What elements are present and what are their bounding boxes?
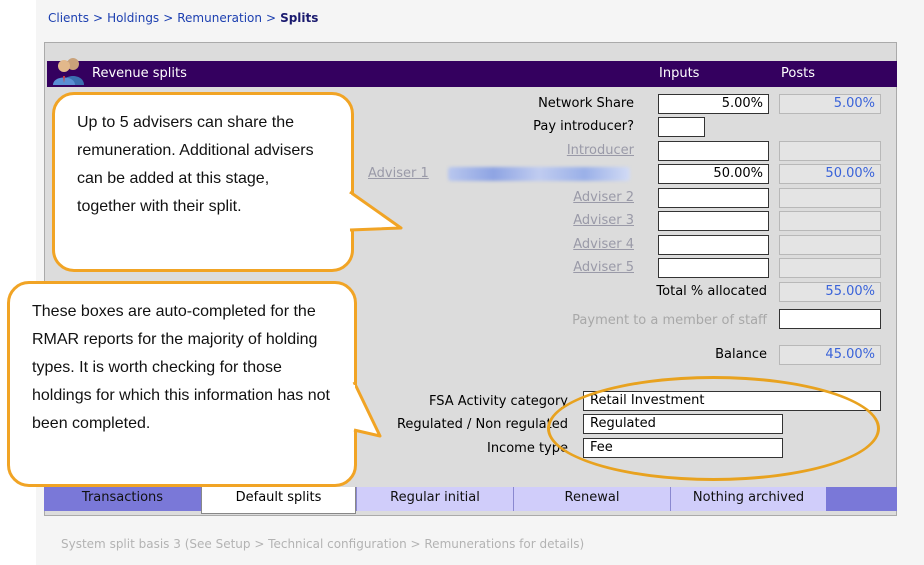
rmar-callout-pointer xyxy=(352,381,382,438)
payment-to-staff-label: Payment to a member of staff xyxy=(572,313,767,328)
introducer-link[interactable]: Introducer xyxy=(567,143,634,158)
regulated-label: Regulated / Non regulated xyxy=(396,417,568,432)
adviser-1-name xyxy=(448,167,630,181)
breadcrumb-current: Splits xyxy=(280,11,319,25)
adviser-1-input[interactable]: 50.00% xyxy=(658,164,769,184)
total-allocated-label: Total % allocated xyxy=(656,284,767,299)
network-share-input[interactable]: 5.00% xyxy=(658,94,769,114)
breadcrumb-separator: > xyxy=(163,11,174,25)
tab-transactions[interactable]: Transactions xyxy=(44,487,201,511)
panel-title: Revenue splits xyxy=(92,66,187,81)
pay-introducer-input[interactable] xyxy=(658,117,705,137)
rmar-callout-text: These boxes are auto-completed for the R… xyxy=(32,303,330,432)
adviser-3-input[interactable] xyxy=(658,211,769,231)
breadcrumb-separator: > xyxy=(266,11,277,25)
advisers-callout-pointer xyxy=(349,190,403,232)
split-basis-note: System split basis 3 (See Setup > Techni… xyxy=(61,537,585,551)
adviser-1-post: 50.00% xyxy=(779,164,881,184)
balance-post: 45.00% xyxy=(779,345,881,365)
total-allocated-post: 55.00% xyxy=(779,282,881,302)
adviser-3-post xyxy=(779,211,881,231)
fsa-activity-label: FSA Activity category xyxy=(429,394,568,409)
adviser-2-post xyxy=(779,188,881,208)
users-icon xyxy=(53,58,84,85)
pay-introducer-label: Pay introducer? xyxy=(533,119,634,134)
introducer-post xyxy=(779,141,881,161)
breadcrumb-separator: > xyxy=(93,11,104,25)
tab-renewal[interactable]: Renewal xyxy=(513,487,670,511)
panel-header: Revenue splits Inputs Posts xyxy=(47,58,897,87)
adviser-4-post xyxy=(779,235,881,255)
posts-column-header: Posts xyxy=(781,66,815,81)
tab-bar: Transactions Default splits Regular init… xyxy=(44,487,897,514)
breadcrumb: Clients > Holdings > Remuneration > Splits xyxy=(48,11,318,25)
adviser-5-link[interactable]: Adviser 5 xyxy=(573,260,634,275)
adviser-2-link[interactable]: Adviser 2 xyxy=(573,190,634,205)
balance-label: Balance xyxy=(715,347,767,362)
breadcrumb-holdings[interactable]: Holdings xyxy=(107,11,159,25)
network-share-post: 5.00% xyxy=(779,94,881,114)
introducer-input[interactable] xyxy=(658,141,769,161)
breadcrumb-clients[interactable]: Clients xyxy=(48,11,89,25)
adviser-5-input[interactable] xyxy=(658,258,769,278)
adviser-5-post xyxy=(779,258,881,278)
adviser-2-input[interactable] xyxy=(658,188,769,208)
tab-default-splits[interactable]: Default splits xyxy=(201,487,356,514)
advisers-callout: Up to 5 advisers can share the remunerat… xyxy=(52,92,354,272)
tab-nothing-archived[interactable]: Nothing archived xyxy=(670,487,826,511)
tab-regular-initial[interactable]: Regular initial xyxy=(356,487,513,511)
adviser-4-link[interactable]: Adviser 4 xyxy=(573,237,634,252)
breadcrumb-remuneration[interactable]: Remuneration xyxy=(177,11,262,25)
network-share-label: Network Share xyxy=(538,96,634,111)
adviser-4-input[interactable] xyxy=(658,235,769,255)
inputs-column-header: Inputs xyxy=(659,66,700,81)
adviser-3-link[interactable]: Adviser 3 xyxy=(573,213,634,228)
rmar-callout: These boxes are auto-completed for the R… xyxy=(7,281,357,487)
payment-to-staff-input[interactable] xyxy=(779,309,881,329)
highlight-ellipse xyxy=(547,376,880,481)
adviser-1-link[interactable]: Adviser 1 xyxy=(368,166,429,181)
advisers-callout-text: Up to 5 advisers can share the remunerat… xyxy=(77,114,314,215)
